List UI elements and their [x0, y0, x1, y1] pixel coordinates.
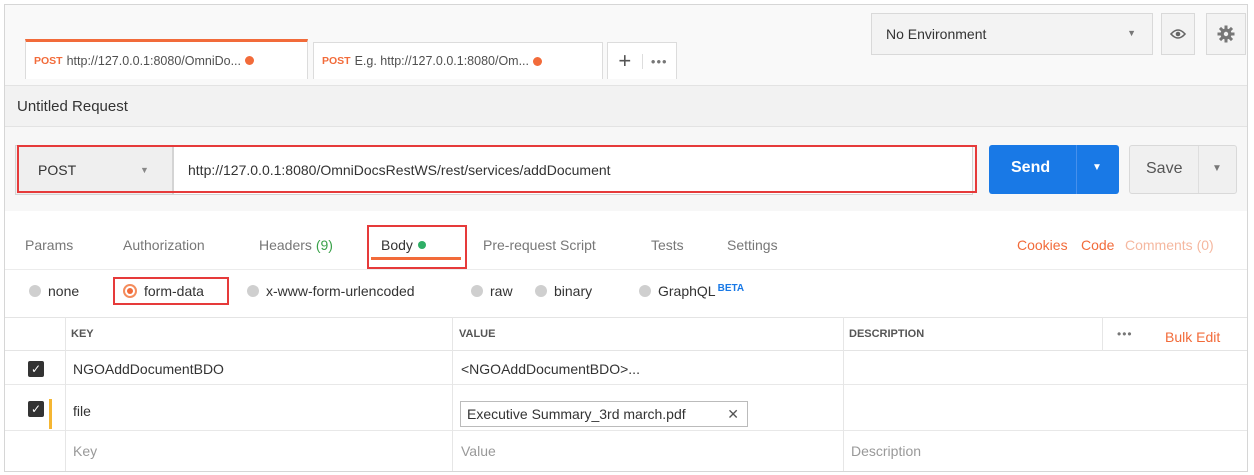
tab-url: E.g. http://127.0.0.1:8080/Om...: [354, 54, 530, 68]
column-divider: [843, 317, 844, 471]
tab-controls: + •••: [607, 42, 677, 79]
save-options-chevron-icon[interactable]: ▼: [1212, 163, 1222, 174]
params-table-header: KEY VALUE DESCRIPTION: [5, 317, 1247, 351]
tab-authorization[interactable]: Authorization: [123, 237, 205, 253]
headers-count: (9): [315, 237, 333, 253]
bulk-edit-link[interactable]: Bulk Edit: [1165, 329, 1220, 345]
request-title-bar: Untitled Request: [5, 85, 1247, 127]
code-link[interactable]: Code: [1081, 237, 1114, 253]
unsaved-dot-icon: [245, 56, 255, 65]
row-drag-handle[interactable]: [49, 399, 52, 429]
column-divider: [452, 317, 453, 471]
tab-headers-label: Headers: [259, 237, 312, 253]
save-label: Save: [1146, 160, 1183, 177]
url-text: http://127.0.0.1:8080/OmniDocsRestWS/res…: [188, 162, 611, 178]
table-more-icon[interactable]: •••: [1117, 327, 1133, 341]
body-type-label: none: [48, 283, 80, 299]
column-divider: [65, 317, 66, 471]
tab-settings[interactable]: Settings: [727, 237, 778, 253]
file-chip[interactable]: Executive Summary_3rd march.pdf ✕: [460, 401, 748, 427]
url-input[interactable]: http://127.0.0.1:8080/OmniDocsRestWS/res…: [173, 145, 973, 195]
header-value: VALUE: [459, 328, 496, 340]
radio-icon: [247, 285, 259, 297]
row-checkbox[interactable]: ✓: [28, 401, 44, 417]
body-type-label: GraphQL: [658, 283, 716, 299]
header-description: DESCRIPTION: [849, 328, 925, 340]
beta-badge: BETA: [717, 282, 745, 294]
row-key[interactable]: file: [73, 403, 91, 419]
method-select[interactable]: POST ▼: [15, 145, 173, 195]
save-button[interactable]: Save ▼: [1129, 145, 1237, 194]
description-placeholder[interactable]: Description: [851, 443, 921, 459]
tab-tests[interactable]: Tests: [651, 237, 684, 253]
radio-icon: [29, 285, 41, 297]
save-divider: [1198, 146, 1199, 193]
row-key[interactable]: NGOAddDocumentBDO: [73, 361, 224, 377]
tab-params[interactable]: Params: [25, 237, 73, 253]
header-key: KEY: [71, 328, 94, 340]
send-label: Send: [1011, 159, 1051, 176]
body-type-raw[interactable]: raw: [471, 283, 513, 299]
app-window: POST http://127.0.0.1:8080/OmniDo... POS…: [4, 4, 1248, 472]
cookies-link[interactable]: Cookies: [1017, 237, 1068, 253]
column-divider: [1102, 317, 1103, 351]
chevron-down-icon: ▼: [140, 165, 149, 175]
form-data-highlight-box: [113, 277, 229, 305]
value-placeholder[interactable]: Value: [461, 443, 496, 459]
tab-pre-request-script[interactable]: Pre-request Script: [483, 237, 596, 253]
eye-icon: [1170, 29, 1186, 39]
remove-file-close-icon[interactable]: ✕: [727, 402, 739, 426]
tab-headers[interactable]: Headers (9): [259, 237, 333, 253]
send-options-chevron-icon[interactable]: ▼: [1092, 162, 1102, 173]
body-type-label: binary: [554, 283, 593, 299]
row-value[interactable]: <NGOAddDocumentBDO>...: [461, 361, 640, 377]
environment-select[interactable]: No Environment ▼: [871, 13, 1153, 55]
settings-button[interactable]: [1206, 13, 1246, 55]
body-type-graphql[interactable]: GraphQL BETA: [639, 277, 744, 299]
body-tab-highlight-box: [367, 225, 467, 269]
request-title[interactable]: Untitled Request: [17, 98, 128, 115]
tab-url: http://127.0.0.1:8080/OmniDo...: [66, 53, 242, 68]
body-type-label: x-www-form-urlencoded: [266, 283, 415, 299]
request-tab-2[interactable]: POST E.g. http://127.0.0.1:8080/Om...: [313, 42, 603, 79]
environment-quick-look-button[interactable]: [1161, 13, 1195, 55]
request-tab-1[interactable]: POST http://127.0.0.1:8080/OmniDo...: [25, 39, 308, 79]
table-row: [5, 431, 1247, 471]
tab-method: POST: [322, 55, 351, 67]
more-tabs-icon[interactable]: •••: [641, 53, 677, 69]
body-type-label: raw: [490, 283, 513, 299]
body-type-x-www-form-urlencoded[interactable]: x-www-form-urlencoded: [247, 283, 415, 299]
method-label: POST: [38, 162, 77, 178]
tab-method: POST: [34, 54, 63, 67]
chevron-down-icon: ▼: [1127, 28, 1136, 38]
body-type-none[interactable]: none: [29, 283, 79, 299]
row-checkbox[interactable]: ✓: [28, 361, 44, 377]
new-tab-plus-icon[interactable]: +: [608, 50, 642, 72]
environment-label: No Environment: [886, 26, 987, 42]
file-name: Executive Summary_3rd march.pdf: [467, 406, 686, 422]
radio-icon: [639, 285, 651, 297]
send-divider: [1076, 145, 1077, 194]
comments-link[interactable]: Comments (0): [1125, 237, 1214, 253]
key-placeholder[interactable]: Key: [73, 443, 97, 459]
unsaved-dot-icon: [533, 56, 543, 66]
body-type-binary[interactable]: binary: [535, 283, 592, 299]
send-button[interactable]: Send ▼: [989, 145, 1119, 194]
gear-icon: [1217, 25, 1235, 43]
radio-icon: [535, 285, 547, 297]
radio-icon: [471, 285, 483, 297]
